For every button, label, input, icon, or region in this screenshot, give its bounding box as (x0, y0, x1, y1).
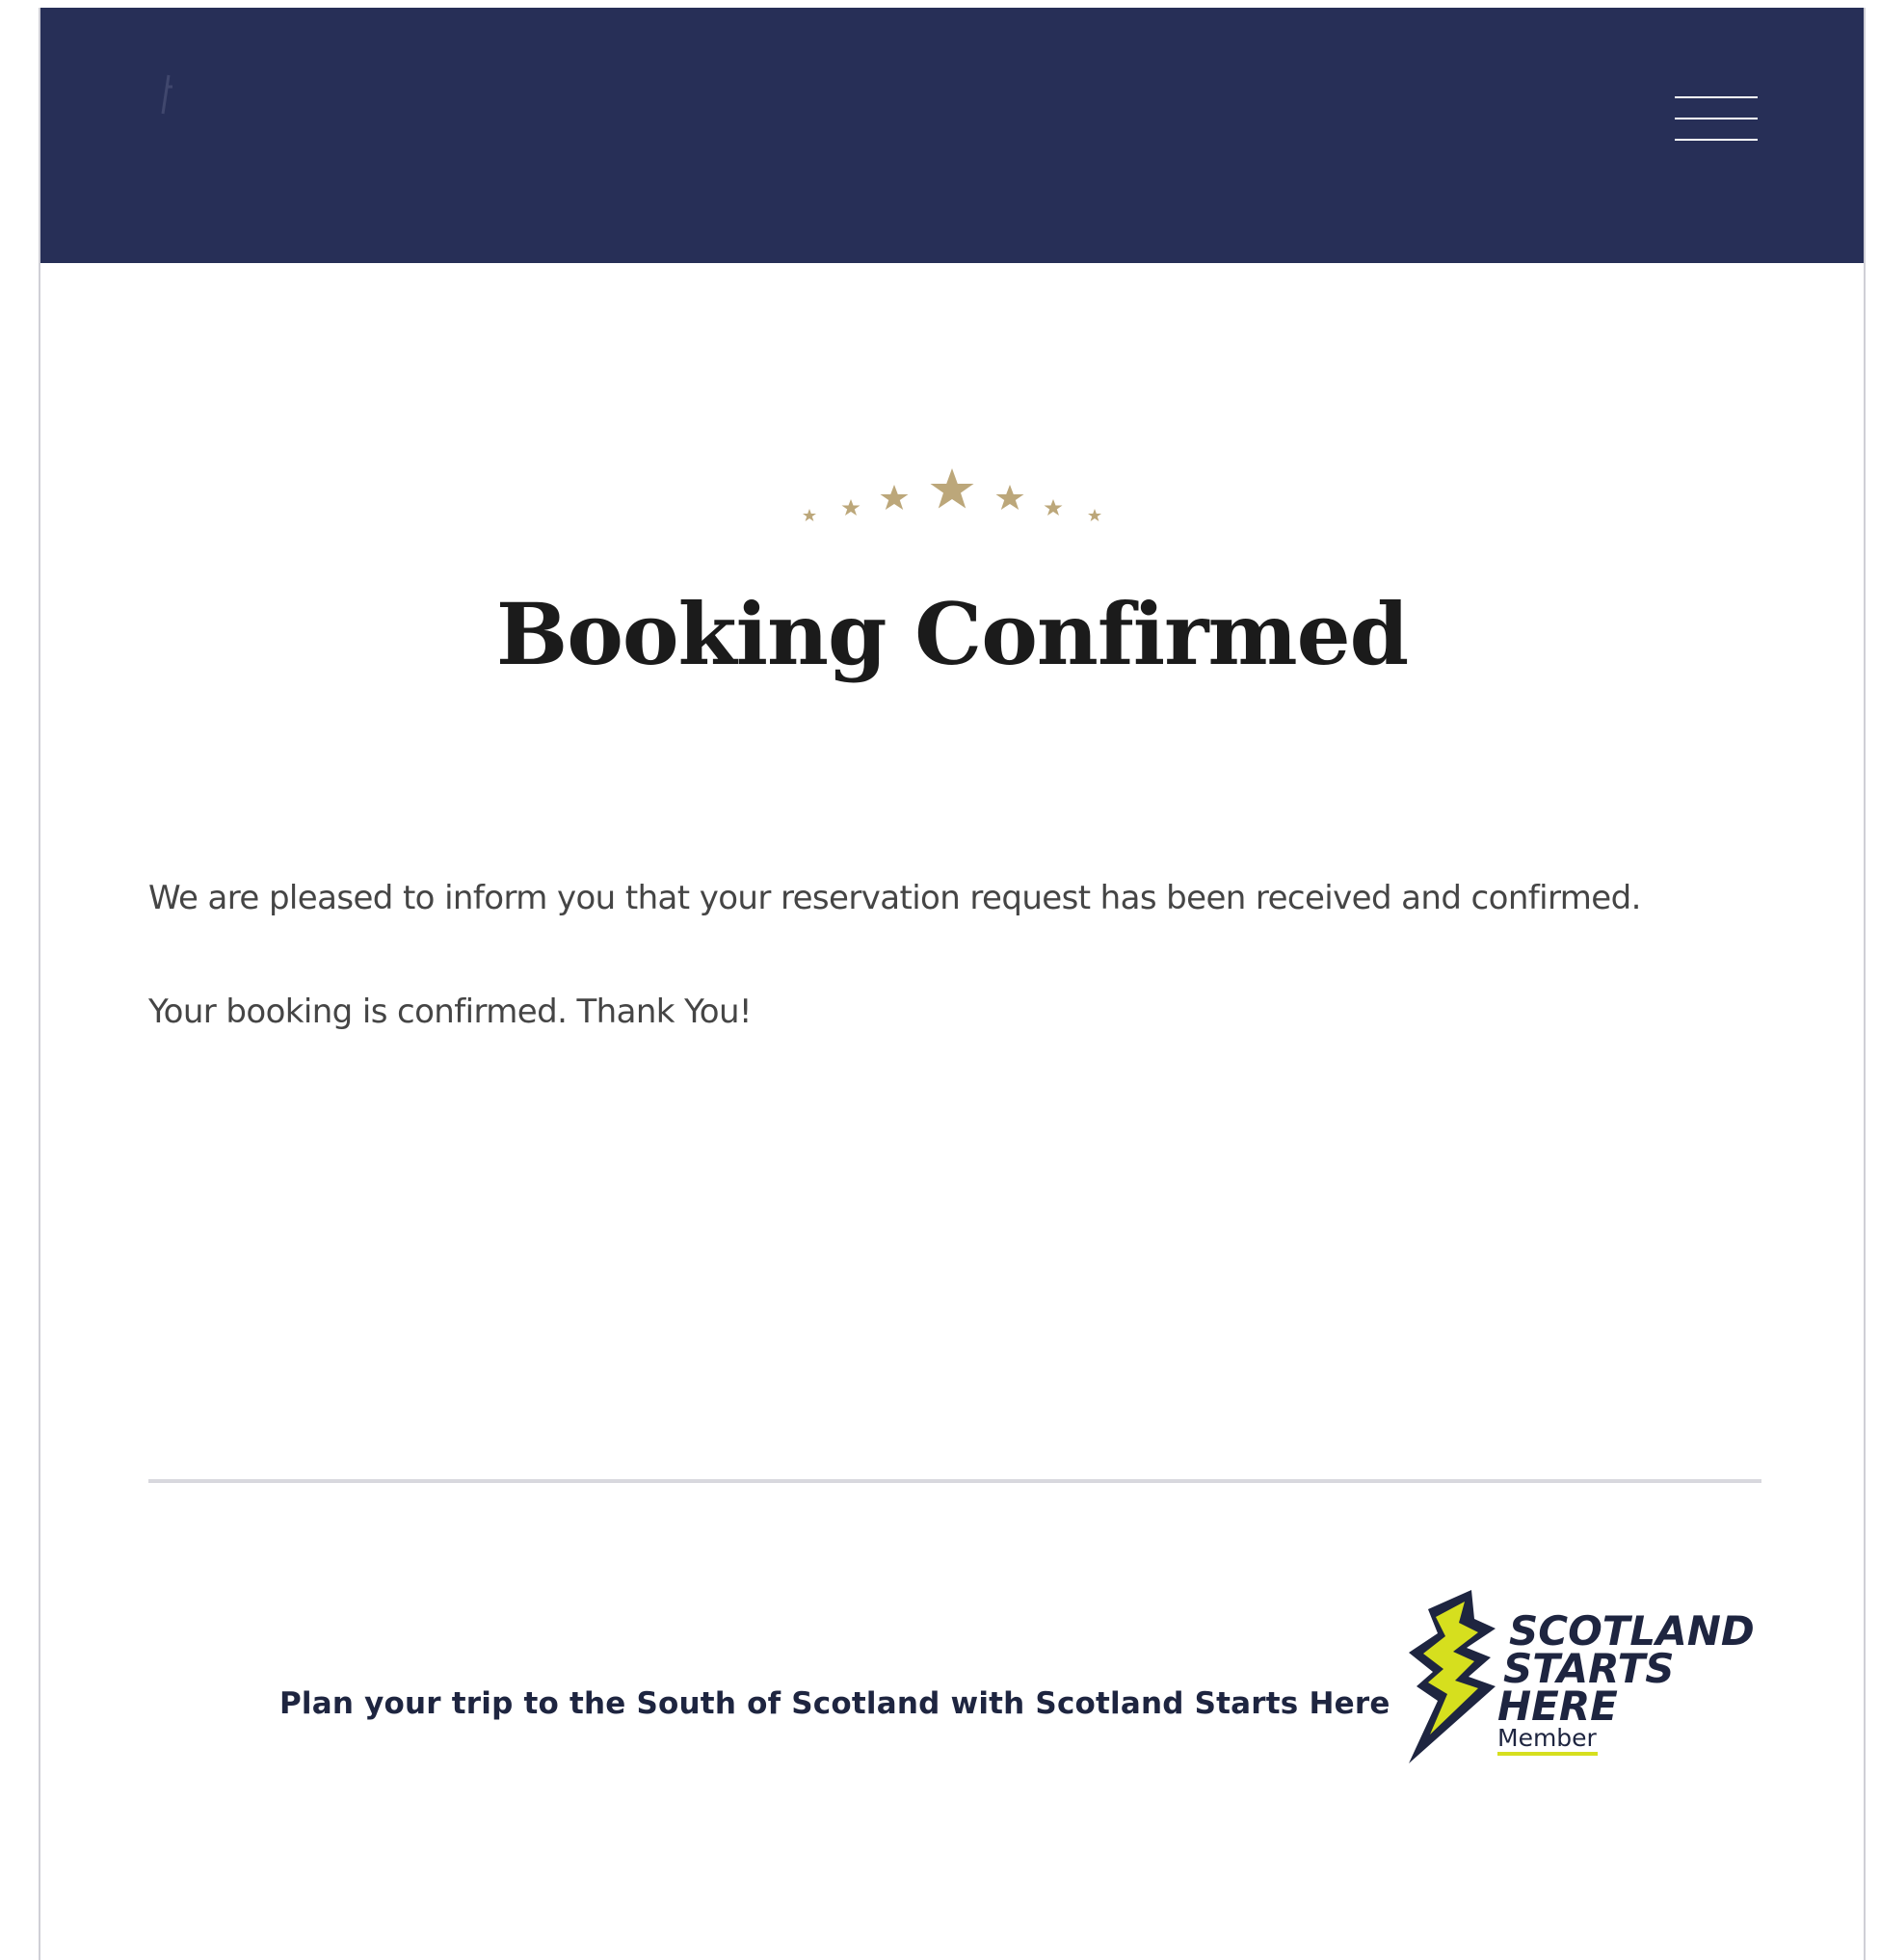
brand-logo[interactable] (142, 58, 431, 183)
hamburger-menu-button[interactable] (1675, 91, 1758, 145)
confirmation-message: We are pleased to inform you that your r… (148, 879, 1641, 917)
hamburger-menu-icon-line (1675, 118, 1758, 119)
hamburger-menu-icon-line (1675, 139, 1758, 141)
logo-member-underline (1497, 1752, 1598, 1756)
lightning-bolt-icon (1409, 1590, 1496, 1763)
promo-text: Plan your trip to the South of Scotland … (279, 1686, 1390, 1721)
logo-member-label: Member (1497, 1724, 1598, 1752)
logo-line-3: HERE (1497, 1682, 1618, 1730)
section-divider (148, 1479, 1761, 1483)
page-title: Booking Confirmed (495, 584, 1409, 684)
stars-icon (40, 461, 1864, 528)
brand-logo-mark (161, 74, 172, 115)
site-header (40, 8, 1864, 263)
hamburger-menu-icon (1675, 96, 1758, 98)
scotland-starts-here-logo[interactable]: SCOTLAND STARTS HERE Member (1390, 1580, 1775, 1773)
page-frame: Booking Confirmed We are pleased to info… (39, 8, 1866, 1960)
confirmation-thank-you: Your booking is confirmed. Thank You! (148, 993, 753, 1031)
